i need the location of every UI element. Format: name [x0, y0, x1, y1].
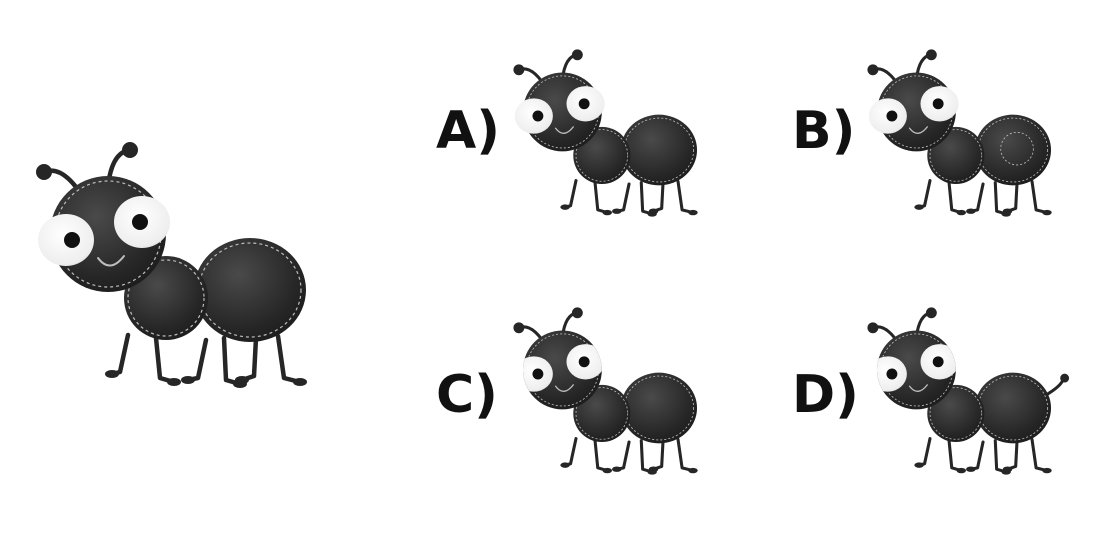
option-ant-c[interactable] — [513, 307, 698, 475]
ant-foot — [560, 462, 570, 468]
ant-pupil-left — [886, 110, 898, 122]
ant-foot — [648, 208, 659, 214]
ant-foot — [181, 376, 195, 384]
ant-leg — [1030, 179, 1049, 215]
ant-antenna-tip-left — [867, 64, 879, 76]
ant-leg — [917, 179, 932, 209]
ant-pupil-left — [886, 368, 898, 380]
option-label-c: C) — [436, 365, 498, 425]
ant-pupil-right — [132, 214, 148, 230]
ant-foot — [235, 376, 249, 384]
ant-leg — [1005, 439, 1019, 471]
ant-foot — [105, 370, 119, 378]
ant-tail-tip — [1060, 373, 1070, 383]
ant-leg — [615, 440, 631, 471]
ant-leg — [153, 335, 177, 385]
ant-leg — [615, 182, 631, 213]
ant-foot — [612, 466, 622, 472]
reference-ant — [36, 142, 307, 388]
ant-foot — [688, 209, 698, 216]
ant-leg — [969, 440, 985, 471]
ant-foot — [956, 467, 967, 474]
ant-antenna-tip-right — [122, 142, 138, 158]
ant-foot — [966, 466, 976, 472]
ant-antenna-tip-left — [36, 164, 52, 180]
ant-pupil-left — [64, 232, 80, 248]
ant-pupil-right — [578, 356, 590, 368]
ant-antenna-tip-left — [867, 322, 879, 334]
ant-leg — [1030, 437, 1049, 473]
ant-antenna-tip-right — [925, 307, 937, 319]
option-ant-b[interactable] — [867, 49, 1052, 217]
option-ant-a[interactable] — [513, 49, 698, 217]
option-label-b: B) — [792, 101, 855, 161]
ant-leg — [676, 437, 695, 473]
ant-leg — [593, 439, 609, 473]
ant-antenna-tip-right — [925, 49, 937, 61]
ant-foot — [1002, 466, 1013, 472]
ant-leg — [651, 439, 665, 471]
ant-leg — [109, 332, 131, 377]
ant-abdomen — [620, 372, 698, 444]
ant-leg — [593, 181, 609, 215]
ant-abdomen — [194, 238, 306, 342]
ant-foot — [293, 378, 307, 386]
ant-foot — [1042, 467, 1052, 474]
ant-foot — [612, 208, 622, 214]
ant-foot — [602, 467, 613, 474]
ant-leg — [275, 333, 303, 385]
ant-foot — [914, 204, 924, 210]
ant-leg — [947, 181, 963, 215]
ant-foot — [602, 209, 613, 216]
ant-foot — [1042, 209, 1052, 216]
ant-antenna-tip-left — [513, 64, 525, 76]
ant-abdomen — [974, 372, 1052, 444]
puzzle-scene: A) B) C) D) — [36, 49, 1070, 475]
ant-foot — [966, 208, 976, 214]
ant-antenna-tip-right — [571, 307, 583, 319]
ant-pupil-left — [532, 110, 544, 122]
ant-pupil-right — [932, 356, 944, 368]
ant-antenna-tip-left — [513, 322, 525, 334]
ant-leg — [676, 179, 695, 215]
ant-leg — [917, 437, 932, 467]
ant-leg — [563, 179, 578, 209]
option-ant-d[interactable] — [867, 307, 1070, 475]
ant-abdomen — [620, 114, 698, 186]
ant-foot — [914, 462, 924, 468]
ant-leg — [969, 182, 985, 213]
ant-leg — [239, 335, 259, 383]
ant-leg — [1005, 181, 1019, 213]
ant-foot — [560, 204, 570, 210]
ant-pupil-right — [578, 98, 590, 110]
ant-pupil-left — [532, 368, 544, 380]
option-label-d: D) — [792, 365, 859, 425]
option-label-a: A) — [436, 101, 500, 161]
ant-tail — [1045, 377, 1065, 396]
ant-leg — [563, 437, 578, 467]
ant-leg — [947, 439, 963, 473]
ant-antenna-tip-right — [571, 49, 583, 61]
ant-abdomen — [974, 114, 1052, 186]
ant-foot — [648, 466, 659, 472]
ant-foot — [1002, 208, 1013, 214]
ant-foot — [167, 378, 181, 386]
ant-foot — [688, 467, 698, 474]
ant-leg — [651, 181, 665, 213]
ant-pupil-right — [932, 98, 944, 110]
ant-foot — [956, 209, 967, 216]
ant-leg — [185, 337, 209, 383]
